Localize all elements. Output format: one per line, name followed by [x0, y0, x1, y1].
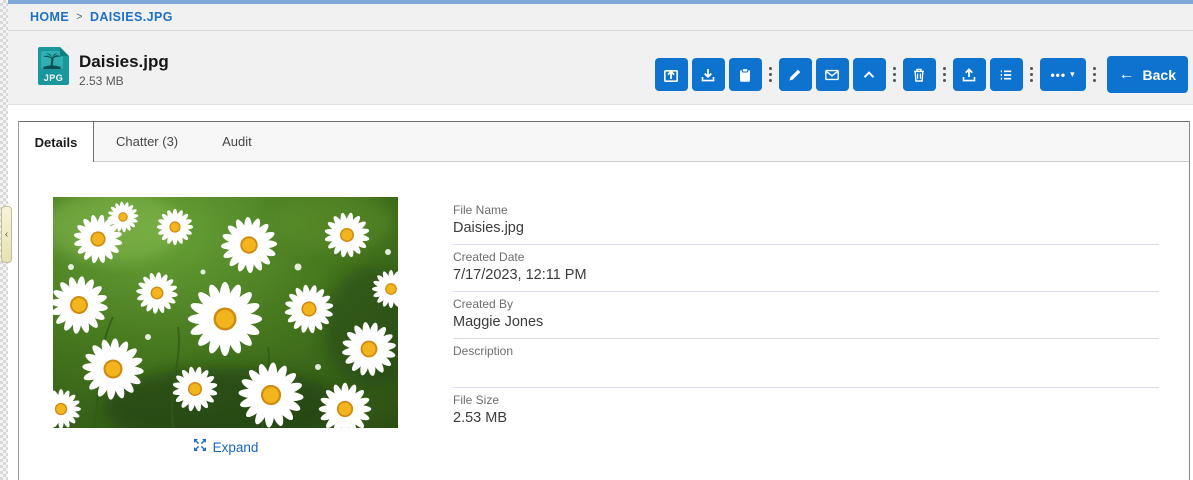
download-icon [699, 66, 717, 84]
upload-icon [960, 66, 978, 84]
list-view-button[interactable] [990, 58, 1023, 91]
details-panel: Details Chatter (3) Audit [18, 121, 1190, 480]
file-header: JPG Daisies.jpg 2.53 MB [8, 31, 1193, 105]
breadcrumb-separator: > [76, 11, 83, 23]
breadcrumb-home-link[interactable]: HOME [30, 10, 69, 24]
collapse-button[interactable] [853, 58, 886, 91]
jpg-file-icon: JPG [38, 47, 69, 85]
toolbar-separator [1093, 67, 1096, 82]
more-actions-button[interactable]: ••• ▾ [1040, 58, 1086, 91]
delete-button[interactable] [903, 58, 936, 91]
field-value: Daisies.jpg [453, 218, 1159, 238]
edit-pencil-icon [786, 66, 804, 84]
title-block: Daisies.jpg 2.53 MB [79, 52, 169, 88]
sidebar-collapse-handle[interactable]: ‹ [1, 206, 12, 263]
back-button[interactable]: ← Back [1107, 56, 1188, 93]
field-created-by: Created By Maggie Jones [453, 292, 1159, 339]
field-label: Description [453, 343, 1159, 359]
expand-link-label: Expand [213, 440, 259, 455]
breadcrumb-current: DAISIES.JPG [90, 10, 173, 24]
trash-icon [910, 66, 928, 84]
jpg-file-icon-label: JPG [38, 73, 69, 83]
expand-link[interactable]: Expand [53, 438, 398, 456]
field-value: 7/17/2023, 12:11 PM [453, 265, 1159, 285]
field-value: Maggie Jones [453, 312, 1159, 332]
chevron-up-icon [860, 66, 878, 84]
field-file-name: File Name Daisies.jpg [453, 198, 1159, 245]
field-label: File Name [453, 202, 1159, 218]
page-title: Daisies.jpg [79, 52, 169, 72]
file-size-subtitle: 2.53 MB [79, 74, 169, 88]
email-icon [823, 66, 841, 84]
toolbar-separator [893, 67, 896, 82]
expand-icon [193, 438, 207, 457]
toolbar: ••• ▾ ← Back [653, 56, 1188, 93]
tab-strip-rest: Chatter (3) Audit [94, 122, 1189, 162]
field-label: Created Date [453, 249, 1159, 265]
edit-button[interactable] [779, 58, 812, 91]
tab-strip: Details Chatter (3) Audit [19, 121, 1189, 162]
toolbar-separator [769, 67, 772, 82]
tab-audit[interactable]: Audit [200, 122, 274, 161]
field-file-size: File Size 2.53 MB [453, 388, 1159, 434]
toolbar-separator [1030, 67, 1033, 82]
field-value [453, 359, 1159, 381]
clipboard-icon [736, 66, 754, 84]
app-window: HOME > DAISIES.JPG JPG [0, 0, 1193, 480]
caret-down-icon: ▾ [1070, 69, 1075, 80]
field-created-date: Created Date 7/17/2023, 12:11 PM [453, 245, 1159, 292]
open-in-window-button[interactable] [655, 58, 688, 91]
chevron-left-icon: ‹ [5, 229, 8, 240]
clipboard-button[interactable] [729, 58, 762, 91]
field-value: 2.53 MB [453, 408, 1159, 428]
list-icon [997, 66, 1015, 84]
field-description: Description [453, 339, 1159, 388]
breadcrumb: HOME > DAISIES.JPG [8, 4, 1193, 31]
download-button[interactable] [692, 58, 725, 91]
back-arrow-icon: ← [1119, 67, 1135, 83]
details-tab-content: Expand File Name Daisies.jpg Created Dat… [19, 162, 1189, 479]
tab-details[interactable]: Details [19, 122, 94, 162]
file-metadata-fields: File Name Daisies.jpg Created Date 7/17/… [453, 198, 1159, 434]
folded-corner [60, 47, 69, 56]
toolbar-separator [943, 67, 946, 82]
field-label: File Size [453, 392, 1159, 408]
ellipsis-icon: ••• [1050, 68, 1066, 82]
upload-button[interactable] [953, 58, 986, 91]
back-button-label: Back [1143, 67, 1176, 83]
tab-chatter[interactable]: Chatter (3) [94, 122, 200, 161]
daisies-photo-preview [53, 197, 398, 428]
open-in-window-icon [662, 66, 680, 84]
email-button[interactable] [816, 58, 849, 91]
field-label: Created By [453, 296, 1159, 312]
